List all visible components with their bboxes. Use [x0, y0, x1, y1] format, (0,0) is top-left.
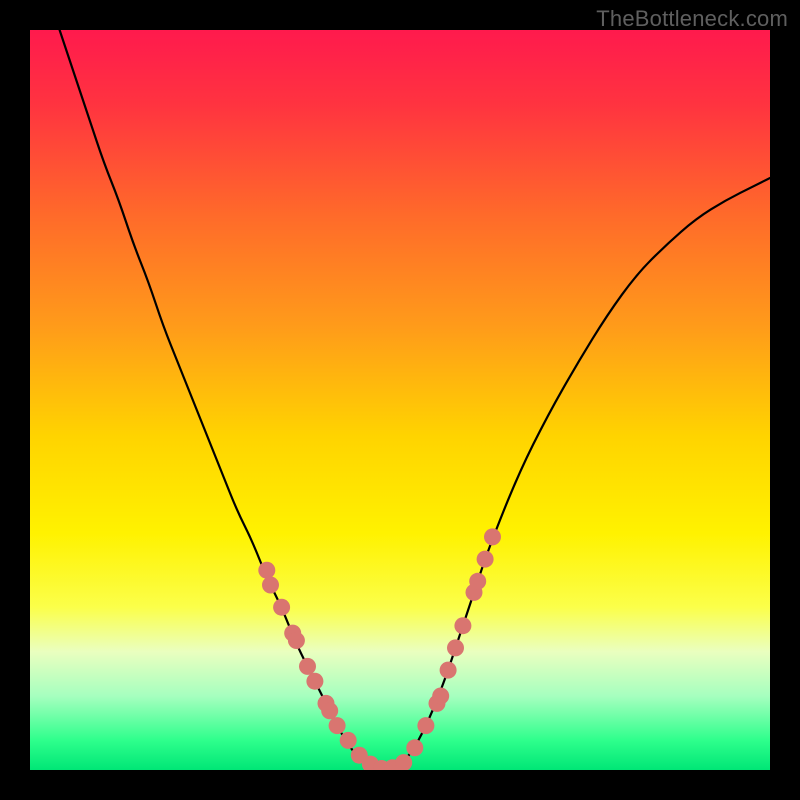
marker-dot — [440, 662, 457, 679]
marker-dot — [417, 717, 434, 734]
marker-dot — [469, 573, 486, 590]
marker-dot — [329, 717, 346, 734]
marker-dot — [288, 632, 305, 649]
watermark-text: TheBottleneck.com — [596, 6, 788, 32]
marker-dot — [484, 528, 501, 545]
marker-dot — [432, 688, 449, 705]
marker-dot — [306, 673, 323, 690]
chart-svg — [30, 30, 770, 770]
chart-frame: TheBottleneck.com — [0, 0, 800, 800]
marker-dot — [299, 658, 316, 675]
marker-dot — [258, 562, 275, 579]
marker-dot — [447, 639, 464, 656]
marker-dot — [262, 577, 279, 594]
marker-dot — [321, 702, 338, 719]
marker-dot — [273, 599, 290, 616]
marker-dot — [340, 732, 357, 749]
marker-dot — [454, 617, 471, 634]
marker-dot — [477, 551, 494, 568]
marker-dot — [406, 739, 423, 756]
plot-area — [30, 30, 770, 770]
gradient-background — [30, 30, 770, 770]
